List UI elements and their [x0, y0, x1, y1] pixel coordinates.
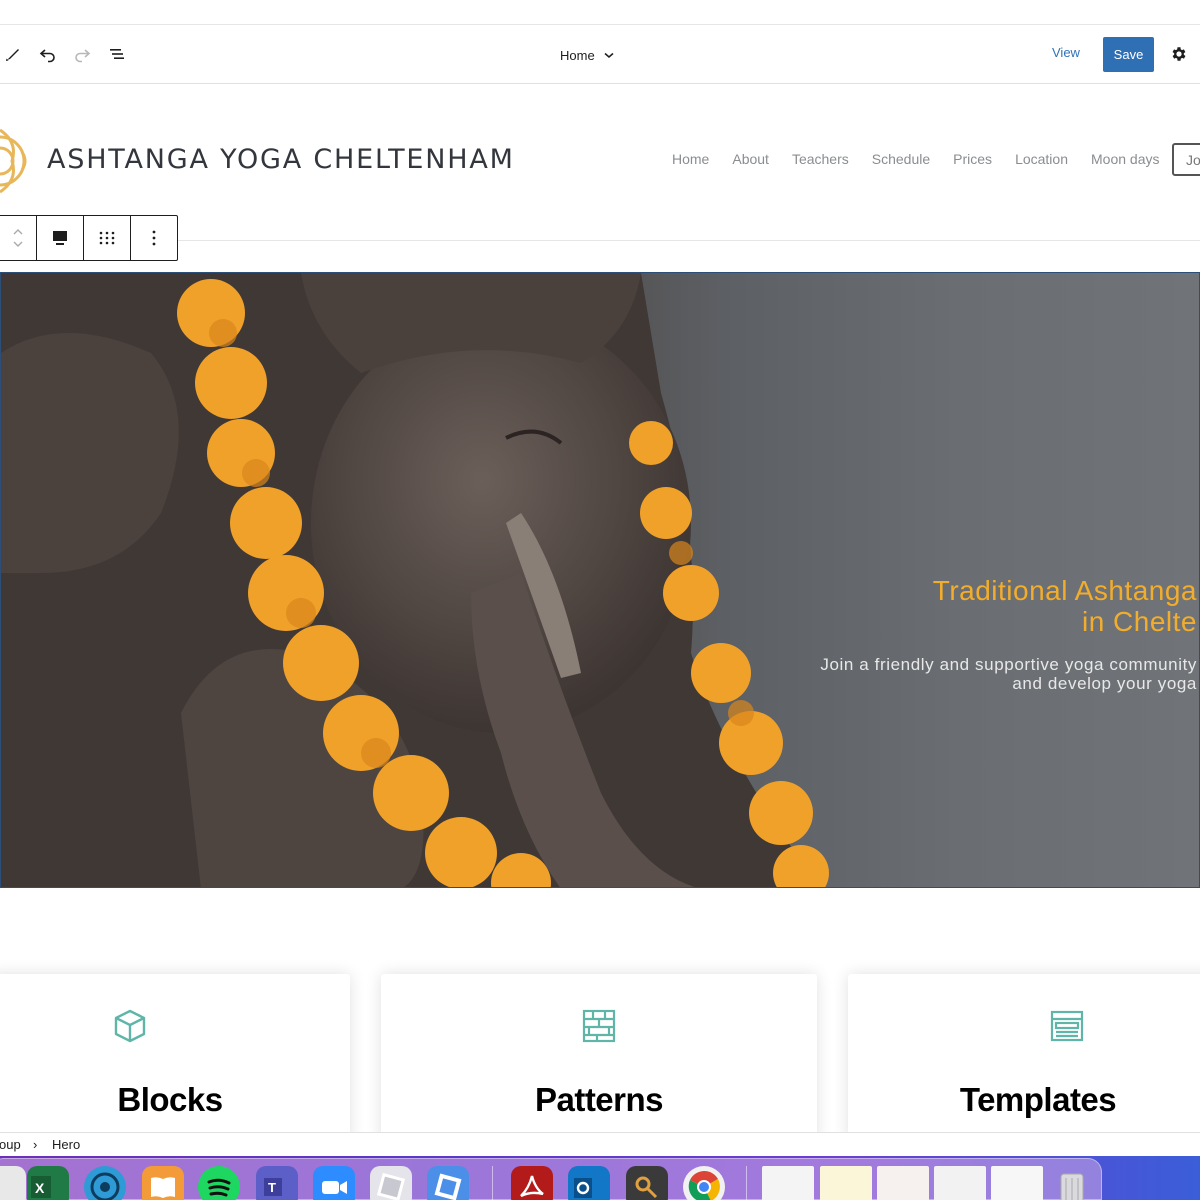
breadcrumb-item-group[interactable]: oup [0, 1137, 21, 1152]
dock-app-roblox-icon[interactable] [370, 1166, 412, 1200]
dock-minimized-window-5[interactable] [991, 1166, 1043, 1200]
brick-pattern-icon [582, 1009, 616, 1043]
dock-separator [746, 1166, 747, 1200]
save-button[interactable]: Save [1103, 37, 1154, 72]
gear-icon [1172, 47, 1186, 61]
view-link[interactable]: View [1052, 45, 1080, 60]
hero-subtitle-line-2: and develop your yoga [1012, 674, 1197, 693]
dock-app-outlook-icon[interactable] [568, 1166, 610, 1200]
more-vertical-icon [152, 230, 156, 246]
dock-app-books-icon[interactable] [142, 1166, 184, 1200]
block-options-button[interactable] [131, 216, 177, 260]
site-title[interactable]: ASHTANGA YOGA CHELTENHAM [47, 144, 515, 175]
card-templates[interactable]: Templates [848, 974, 1200, 1144]
dock-app-spotify-icon[interactable] [198, 1166, 240, 1200]
dock-app-roblox-studio-icon[interactable] [427, 1166, 469, 1200]
dock-minimized-window-2[interactable] [820, 1166, 872, 1200]
card-blocks[interactable]: Blocks [0, 974, 350, 1144]
chevron-down-icon [604, 52, 614, 58]
layout-template-icon [1050, 1010, 1084, 1042]
nav-item-schedule[interactable]: Schedule [872, 151, 930, 167]
site-header: ASHTANGA YOGA CHELTENHAM Home About Teac… [0, 84, 1200, 241]
block-type-button[interactable] [37, 216, 84, 260]
dock-app-chrome-icon[interactable] [683, 1166, 725, 1200]
dock-app-excel-icon[interactable]: X [27, 1166, 69, 1200]
hero-heading: Traditional Ashtanga in Chelte [933, 575, 1197, 637]
card-patterns[interactable]: Patterns [381, 974, 817, 1144]
block-toolbar [0, 215, 178, 261]
svg-text:T: T [268, 1180, 276, 1195]
dock-minimized-window-1[interactable] [762, 1166, 814, 1200]
move-up-down-control[interactable] [0, 216, 37, 260]
pencil-icon [6, 49, 19, 61]
drag-handle-icon [99, 231, 115, 245]
drag-handle[interactable] [84, 216, 131, 260]
card-title-templates: Templates [959, 1081, 1117, 1118]
hero-subtitle-line-1: Join a friendly and supportive yoga comm… [820, 655, 1197, 674]
svg-text:X: X [35, 1180, 45, 1196]
nav-item-teachers[interactable]: Teachers [792, 151, 849, 167]
dock-app-acrobat-icon[interactable] [511, 1166, 553, 1200]
hero-heading-line-1: Traditional Ashtanga [932, 575, 1197, 606]
nav-item-moon-days[interactable]: Moon days [1091, 151, 1159, 167]
hero-heading-line-2: in Chelte [1081, 606, 1197, 637]
nav-item-about[interactable]: About [732, 151, 769, 167]
hero-cover-block[interactable]: Traditional Ashtanga in Chelte Join a fr… [0, 272, 1200, 888]
document-title: Home [560, 47, 595, 63]
card-title-blocks: Blocks [117, 1081, 223, 1118]
dock-trash-icon[interactable] [1052, 1166, 1092, 1200]
features-section: Blocks Patterns Templates [0, 888, 1200, 1144]
redo-button[interactable] [67, 39, 97, 69]
dock-app-keychain-icon[interactable] [626, 1166, 668, 1200]
document-overview-button[interactable] [102, 39, 132, 69]
block-breadcrumb: oup › Hero [0, 1132, 1200, 1156]
window-top-strip [0, 0, 1200, 25]
cover-block-icon [53, 231, 67, 245]
document-title-dropdown[interactable]: Home [560, 43, 615, 67]
undo-button[interactable] [33, 39, 63, 69]
redo-icon [75, 49, 91, 63]
dock-app-teams-icon[interactable]: T [256, 1166, 298, 1200]
card-title-patterns: Patterns [534, 1081, 664, 1118]
list-view-icon [110, 49, 124, 59]
nav-item-home[interactable]: Home [672, 151, 709, 167]
breadcrumb-item-hero[interactable]: Hero [52, 1137, 80, 1152]
dock-minimized-window-3[interactable] [877, 1166, 929, 1200]
editor-toolbar: Home View Save [0, 25, 1200, 84]
chevron-right-icon: › [33, 1137, 38, 1152]
edit-tool-button[interactable] [0, 39, 28, 69]
nav-item-prices[interactable]: Prices [953, 151, 992, 167]
cube-icon [114, 1009, 146, 1043]
settings-button[interactable] [1164, 39, 1194, 69]
nav-item-location[interactable]: Location [1015, 151, 1068, 167]
hero-subtitle: Join a friendly and supportive yoga comm… [820, 655, 1197, 693]
mandala-logo-icon[interactable] [0, 122, 32, 200]
chevron-up-down-icon [13, 229, 22, 247]
undo-icon [39, 49, 55, 63]
nav-cta-button[interactable]: Jo [1172, 143, 1200, 176]
dock-separator [492, 1166, 493, 1200]
primary-navigation: Home About Teachers Schedule Prices Loca… [672, 151, 1159, 167]
dock-app-camera-icon[interactable] [84, 1166, 126, 1200]
dock-minimized-window-4[interactable] [934, 1166, 986, 1200]
dock-app-finder-icon[interactable] [0, 1166, 26, 1200]
dock-app-zoom-icon[interactable] [313, 1166, 355, 1200]
